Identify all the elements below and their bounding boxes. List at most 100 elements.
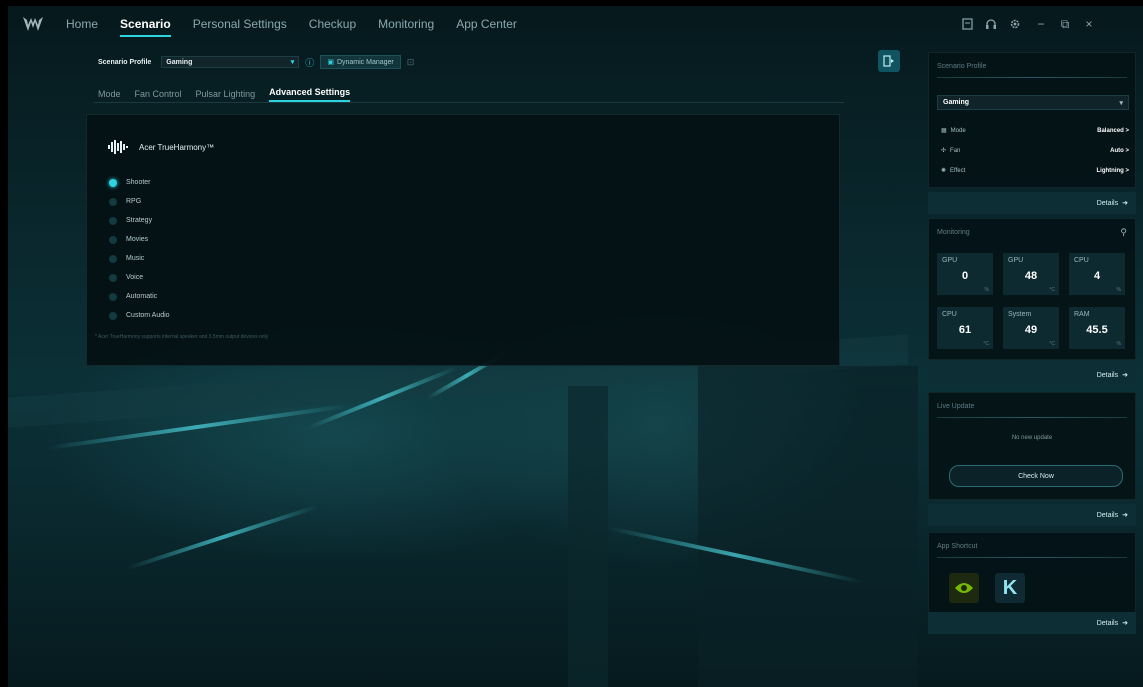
option-label: Shooter <box>126 179 151 186</box>
radio[interactable] <box>109 197 117 206</box>
info-icon[interactable]: ⓘ <box>305 56 314 69</box>
tile-unit: °C <box>1049 287 1055 293</box>
check-now-button[interactable]: Check Now <box>949 465 1123 487</box>
audio-mode-options: Shooter RPG Strategy Movies Music Voice … <box>109 173 170 325</box>
arrow-right-icon: ➜ <box>1122 372 1128 379</box>
lighting-effect-icon: ✺ <box>941 168 947 174</box>
trueharmony-footnote: * Acer TrueHarmony supports internal spe… <box>95 334 269 340</box>
fan-value: Auto > <box>1110 147 1129 154</box>
settings-gear-icon[interactable] <box>1006 16 1024 32</box>
headset-icon[interactable] <box>982 16 1000 32</box>
tab-mode[interactable]: Mode <box>98 89 121 102</box>
nav-home[interactable]: Home <box>66 17 98 31</box>
card-title: Live Update <box>937 403 975 410</box>
option-label: Automatic <box>126 293 158 300</box>
scenario-profile-select[interactable]: Gaming ▾ <box>161 56 300 68</box>
option-label: Music <box>126 255 145 262</box>
scenario-profile-card: Scenario Profile Gaming ▾ ▦ Mode Balanced… <box>928 52 1136 188</box>
minimize-button[interactable]: − <box>1032 16 1050 32</box>
mode-grid-icon: ▦ <box>941 128 947 134</box>
effect-row[interactable]: ✺ Effect Lightning > <box>941 167 1130 175</box>
mode-value: Balanced > <box>1097 127 1129 134</box>
tile-label: RAM <box>1074 311 1090 318</box>
radio[interactable] <box>109 311 117 320</box>
card-title: Monitoring <box>937 229 970 236</box>
mode-row[interactable]: ▦ Mode Balanced > <box>941 127 1129 135</box>
scenario-profile-value: Gaming <box>166 58 193 66</box>
close-button[interactable]: × <box>1080 16 1098 32</box>
card-title: App Shortcut <box>937 543 978 550</box>
monitoring-details-button[interactable]: Details ➜ <box>928 364 1136 386</box>
audio-option-rpg[interactable]: RPG <box>109 192 170 211</box>
cpu-usage-tile: CPU 4% <box>1069 253 1125 295</box>
option-label: Custom Audio <box>126 312 170 319</box>
nav-scenario[interactable]: Scenario <box>120 17 171 37</box>
details-label: Details <box>1096 619 1119 627</box>
tab-fan-control[interactable]: Fan Control <box>135 89 182 102</box>
help-icon[interactable]: ⊡ <box>407 57 415 68</box>
tab-advanced-settings[interactable]: Advanced Settings <box>269 87 351 102</box>
mode-label: Mode <box>950 127 966 134</box>
radio[interactable] <box>109 273 117 282</box>
tile-unit: % <box>1116 287 1121 293</box>
card-divider <box>937 557 1127 558</box>
scenario-details-button[interactable]: Details ➜ <box>928 192 1136 214</box>
sidebar-profile-select[interactable]: Gaming ▾ <box>937 95 1129 110</box>
option-label: Movies <box>126 236 149 243</box>
audio-option-voice[interactable]: Voice <box>109 268 170 287</box>
audio-option-custom-audio[interactable]: Custom Audio <box>109 306 170 325</box>
radio[interactable] <box>109 216 117 225</box>
right-sidebar: Scenario Profile Gaming ▾ ▦ Mode Balanced… <box>922 52 1143 634</box>
arrow-right-icon: ➜ <box>1122 200 1128 207</box>
tile-value: 48 <box>1024 270 1038 282</box>
audio-option-movies[interactable]: Movies <box>109 230 170 249</box>
radio[interactable] <box>109 292 117 301</box>
nav-personal-settings[interactable]: Personal Settings <box>193 17 287 31</box>
trueharmony-title: Acer TrueHarmony™ <box>139 142 215 152</box>
app-shortcut-details-button[interactable]: Details ➜ <box>928 612 1136 634</box>
audio-option-shooter[interactable]: Shooter <box>109 173 170 192</box>
profile-icon[interactable] <box>958 16 976 32</box>
collapse-sidebar-button[interactable] <box>878 50 900 72</box>
restore-button[interactable]: ⧉ <box>1056 16 1074 32</box>
trueharmony-panel: Acer TrueHarmony™ Shooter RPG Strategy M… <box>86 114 840 366</box>
tile-value: 49 <box>1024 324 1038 336</box>
tile-unit: % <box>984 287 989 293</box>
dynamic-manager-label: Dynamic Manager <box>336 58 394 66</box>
tile-label: GPU <box>1008 257 1024 264</box>
dynamic-manager-button[interactable]: ▣ Dynamic Manager <box>320 55 401 69</box>
pin-icon[interactable]: ⚲ <box>1120 227 1127 238</box>
radio[interactable] <box>109 254 117 263</box>
system-temp-tile: System 49 °C <box>1003 307 1059 349</box>
arrow-right-icon: ➜ <box>1122 512 1128 519</box>
folder-icon: ▣ <box>327 59 334 66</box>
monitoring-card: Monitoring ⚲ GPU 0% GPU 48 °C CPU 4% CPU 61 °C… <box>928 218 1136 360</box>
gpu-temp-tile: GPU 48 °C <box>1003 253 1059 295</box>
nav-checkup[interactable]: Checkup <box>309 17 356 31</box>
radio[interactable] <box>109 235 117 244</box>
audio-option-music[interactable]: Music <box>109 249 170 268</box>
scenario-profile-label: Scenario Profile <box>98 58 152 66</box>
tile-label: CPU <box>1074 257 1089 264</box>
tile-unit: °C <box>1049 341 1055 347</box>
nvidia-icon[interactable] <box>949 573 979 603</box>
live-update-details-button[interactable]: Details ➜ <box>928 504 1136 526</box>
killer-icon[interactable]: K <box>995 573 1025 603</box>
tab-pulsar-lighting[interactable]: Pulsar Lighting <box>196 89 256 102</box>
radio-selected[interactable] <box>109 178 117 187</box>
audio-option-strategy[interactable]: Strategy <box>109 211 170 230</box>
audio-option-automatic[interactable]: Automatic <box>109 287 170 306</box>
tile-value: 45.5 <box>1086 324 1108 336</box>
effect-value: Lightning > <box>1096 167 1130 174</box>
fan-row[interactable]: ✣ Fan Auto > <box>941 147 1129 155</box>
tile-value: 0 <box>961 270 969 282</box>
nav-monitoring[interactable]: Monitoring <box>378 17 434 31</box>
live-update-card: Live Update No new update Check Now <box>928 392 1136 500</box>
details-label: Details <box>1096 199 1119 207</box>
light-streak <box>127 504 319 570</box>
trueharmony-logo-icon <box>108 140 128 154</box>
nav-app-center[interactable]: App Center <box>456 17 517 31</box>
details-label: Details <box>1096 371 1119 379</box>
background-pillar <box>698 366 918 687</box>
background-pillar <box>568 386 608 687</box>
